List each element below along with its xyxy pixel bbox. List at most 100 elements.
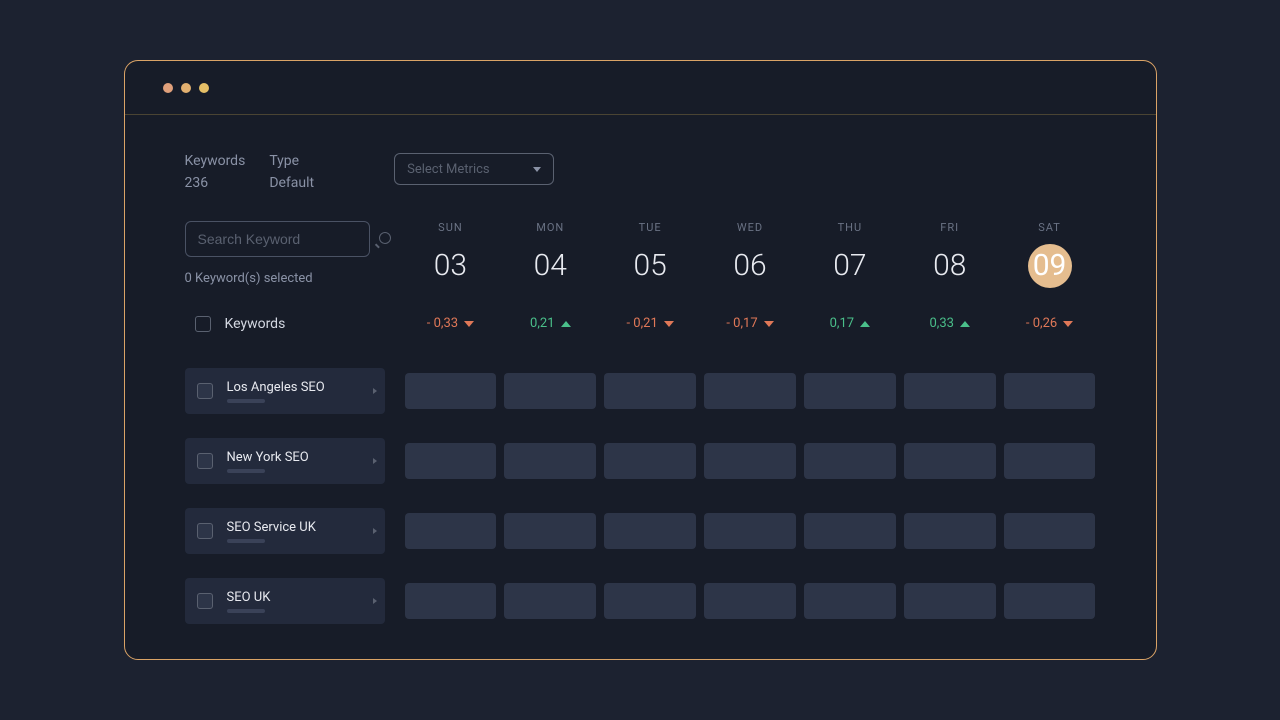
close-icon[interactable] [163, 83, 173, 93]
row-checkbox[interactable] [197, 593, 213, 609]
keywords-value: 236 [185, 175, 246, 191]
data-cell [904, 583, 996, 619]
keywords-info: Keywords 236 [185, 153, 246, 191]
keyword-bar [227, 399, 265, 403]
day-number[interactable]: 06 [728, 244, 772, 288]
keyword-text-wrap: Los Angeles SEO [227, 380, 373, 403]
day-number[interactable]: 04 [528, 244, 572, 288]
select-metrics-label: Select Metrics [407, 162, 490, 177]
keyword-cell[interactable]: SEO UK [185, 578, 385, 624]
keyword-cell[interactable]: SEO Service UK [185, 508, 385, 554]
cells-row [405, 443, 1096, 479]
delta-value: - 0,33 [427, 316, 458, 331]
data-cell [405, 443, 497, 479]
day-name: FRI [940, 221, 959, 234]
data-cell [904, 443, 996, 479]
data-cell [1004, 583, 1096, 619]
day-delta: 0,17 [830, 316, 870, 331]
keyword-label: New York SEO [227, 450, 373, 465]
data-cell [504, 443, 596, 479]
cells-row [405, 513, 1096, 549]
day-name: TUE [639, 221, 662, 234]
data-cell [804, 513, 896, 549]
selected-count: 0 Keyword(s) selected [185, 271, 385, 286]
keyword-text-wrap: SEO Service UK [227, 520, 373, 543]
window-titlebar [125, 61, 1156, 115]
data-cell [804, 583, 896, 619]
day-column[interactable]: SUN03- 0,33 [405, 221, 497, 332]
day-delta: - 0,33 [427, 316, 474, 331]
delta-value: - 0,17 [726, 316, 757, 331]
keyword-bar [227, 609, 265, 613]
triangle-down-icon [1063, 321, 1073, 327]
day-number[interactable]: 08 [928, 244, 972, 288]
keyword-cell[interactable]: Los Angeles SEO [185, 368, 385, 414]
type-label: Type [269, 153, 314, 169]
chevron-down-icon [533, 167, 541, 172]
keyword-label: SEO UK [227, 590, 373, 605]
row-checkbox[interactable] [197, 383, 213, 399]
day-column[interactable]: SAT 09 - 0,26 [1004, 221, 1096, 332]
type-value: Default [269, 175, 314, 191]
chevron-right-icon [373, 458, 377, 464]
days-row: SUN03- 0,33MON040,21TUE05- 0,21WED06- 0,… [405, 221, 1096, 332]
minimize-icon[interactable] [181, 83, 191, 93]
data-cell [604, 443, 696, 479]
data-cell [804, 373, 896, 409]
keyword-label: SEO Service UK [227, 520, 373, 535]
data-cell [704, 513, 796, 549]
keyword-text-wrap: SEO UK [227, 590, 373, 613]
row-checkbox[interactable] [197, 523, 213, 539]
select-metrics-dropdown[interactable]: Select Metrics [394, 153, 554, 185]
calendar-header-row: 0 Keyword(s) selected Keywords SUN03- 0,… [185, 221, 1096, 332]
table-row: New York SEO [185, 438, 1096, 484]
left-column: 0 Keyword(s) selected Keywords [185, 221, 385, 332]
day-number[interactable]: 03 [428, 244, 472, 288]
day-column[interactable]: TUE 05 - 0,21 [604, 221, 696, 332]
delta-value: 0,17 [830, 316, 854, 331]
day-name: WED [737, 221, 763, 234]
delta-value: - 0,21 [626, 316, 657, 331]
data-rows: Los Angeles SEO New York SEO SEO Service U… [185, 368, 1096, 648]
topbar: Keywords 236 Type Default Select Metrics [185, 153, 1096, 191]
keyword-label: Los Angeles SEO [227, 380, 373, 395]
chevron-right-icon [373, 388, 377, 394]
data-cell [904, 513, 996, 549]
cells-row [405, 583, 1096, 619]
triangle-up-icon [561, 321, 571, 327]
table-row: Los Angeles SEO [185, 368, 1096, 414]
day-number[interactable]: 07 [828, 244, 872, 288]
day-delta: - 0,26 [1026, 316, 1073, 331]
chevron-right-icon [373, 598, 377, 604]
chevron-right-icon [373, 528, 377, 534]
data-cell [1004, 373, 1096, 409]
day-name: THU [838, 221, 863, 234]
search-input[interactable] [198, 231, 379, 247]
keyword-text-wrap: New York SEO [227, 450, 373, 473]
day-column[interactable]: MON 04 0,21 [504, 221, 596, 332]
keyword-cell[interactable]: New York SEO [185, 438, 385, 484]
day-delta: 0,21 [530, 316, 570, 331]
day-column[interactable]: THU 07 0,17 [804, 221, 896, 332]
content-area: Keywords 236 Type Default Select Metrics… [125, 115, 1156, 659]
type-info: Type Default [269, 153, 314, 191]
day-column[interactable]: FRI080,33 [904, 221, 996, 332]
data-cell [704, 373, 796, 409]
keywords-header-row: Keywords [185, 316, 385, 332]
day-name: MON [536, 221, 564, 234]
day-number[interactable]: 05 [628, 244, 672, 288]
maximize-icon[interactable] [199, 83, 209, 93]
row-checkbox[interactable] [197, 453, 213, 469]
day-column[interactable]: WED 06 - 0,17 [704, 221, 796, 332]
triangle-up-icon [960, 321, 970, 327]
keyword-bar [227, 539, 265, 543]
table-row: SEO Service UK [185, 508, 1096, 554]
data-cell [604, 513, 696, 549]
day-delta: - 0,21 [626, 316, 673, 331]
day-number[interactable]: 09 [1028, 244, 1072, 288]
search-input-wrapper[interactable] [185, 221, 370, 257]
day-name: SAT [1038, 221, 1061, 234]
triangle-down-icon [764, 321, 774, 327]
data-cell [804, 443, 896, 479]
select-all-checkbox[interactable] [195, 316, 211, 332]
